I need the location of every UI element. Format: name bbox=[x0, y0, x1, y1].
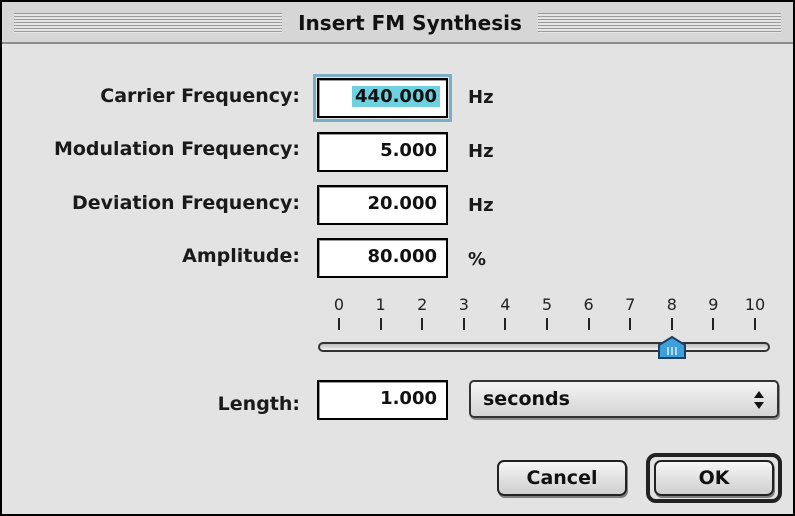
amplitude-label: Amplitude: bbox=[182, 245, 300, 267]
slider-tick-mark bbox=[504, 318, 507, 330]
slider-tick-mark bbox=[712, 318, 715, 330]
slider-tick-label: 9 bbox=[708, 295, 719, 314]
slider-tick-label: 10 bbox=[744, 295, 766, 314]
slider-tick-mark bbox=[629, 318, 632, 330]
carrier-frequency-value: 440.000 bbox=[352, 86, 440, 107]
slider-tick-label: 7 bbox=[625, 295, 636, 314]
amplitude-unit: % bbox=[468, 249, 487, 270]
deviation-frequency-value: 20.000 bbox=[367, 193, 437, 214]
deviation-frequency-unit: Hz bbox=[468, 195, 494, 216]
dialog-title: Insert FM Synthesis bbox=[282, 10, 538, 36]
slider-tick-mark bbox=[546, 318, 548, 330]
amplitude-slider-track[interactable] bbox=[318, 342, 770, 352]
slider-tick-mark bbox=[462, 318, 465, 330]
modulation-frequency-label: Modulation Frequency: bbox=[53, 138, 300, 160]
slider-tick-label: 8 bbox=[666, 295, 677, 314]
slider-tick-label: 1 bbox=[375, 295, 386, 314]
length-label: Length: bbox=[217, 393, 300, 415]
slider-tick-mark bbox=[379, 318, 382, 330]
slider-tick-mark bbox=[338, 318, 340, 330]
slider-tick-label: 3 bbox=[458, 295, 469, 314]
deviation-frequency-field[interactable]: 20.000 bbox=[317, 185, 448, 225]
title-bar[interactable]: Insert FM Synthesis bbox=[2, 2, 793, 44]
carrier-frequency-field[interactable]: 440.000 bbox=[313, 74, 452, 122]
length-unit-popup[interactable]: seconds bbox=[469, 380, 779, 418]
slider-tick-mark bbox=[670, 318, 673, 330]
slider-tick-label: 6 bbox=[583, 295, 594, 314]
slider-tick-label: 0 bbox=[333, 295, 345, 314]
slider-tick-label: 2 bbox=[417, 295, 428, 314]
deviation-frequency-label: Deviation Frequency: bbox=[72, 192, 300, 214]
modulation-frequency-unit: Hz bbox=[468, 141, 494, 162]
modulation-frequency-value: 5.000 bbox=[380, 140, 437, 161]
cancel-button[interactable]: Cancel bbox=[497, 460, 627, 496]
slider-tick-mark bbox=[587, 318, 590, 330]
slider-tick-label: 4 bbox=[500, 295, 511, 314]
fm-synthesis-dialog: Insert FM Synthesis Carrier Frequency: 4… bbox=[0, 0, 795, 516]
carrier-frequency-label: Carrier Frequency: bbox=[100, 85, 300, 107]
length-field[interactable]: 1.000 bbox=[317, 380, 448, 420]
slider-tick-label: 5 bbox=[541, 295, 553, 314]
modulation-frequency-field[interactable]: 5.000 bbox=[317, 132, 448, 172]
length-unit-selected: seconds bbox=[483, 388, 570, 410]
slider-tick-mark bbox=[421, 318, 424, 330]
length-value: 1.000 bbox=[380, 388, 437, 409]
carrier-frequency-unit: Hz bbox=[468, 87, 494, 108]
title-bar-stripes bbox=[538, 13, 781, 33]
title-bar-stripes bbox=[14, 13, 282, 33]
amplitude-value: 80.000 bbox=[367, 246, 437, 267]
up-down-arrows-icon bbox=[754, 391, 764, 409]
ok-button[interactable]: OK bbox=[654, 460, 774, 496]
slider-tick-mark bbox=[754, 318, 756, 330]
amplitude-field[interactable]: 80.000 bbox=[317, 238, 448, 278]
slider-thumb-icon[interactable] bbox=[657, 336, 687, 360]
